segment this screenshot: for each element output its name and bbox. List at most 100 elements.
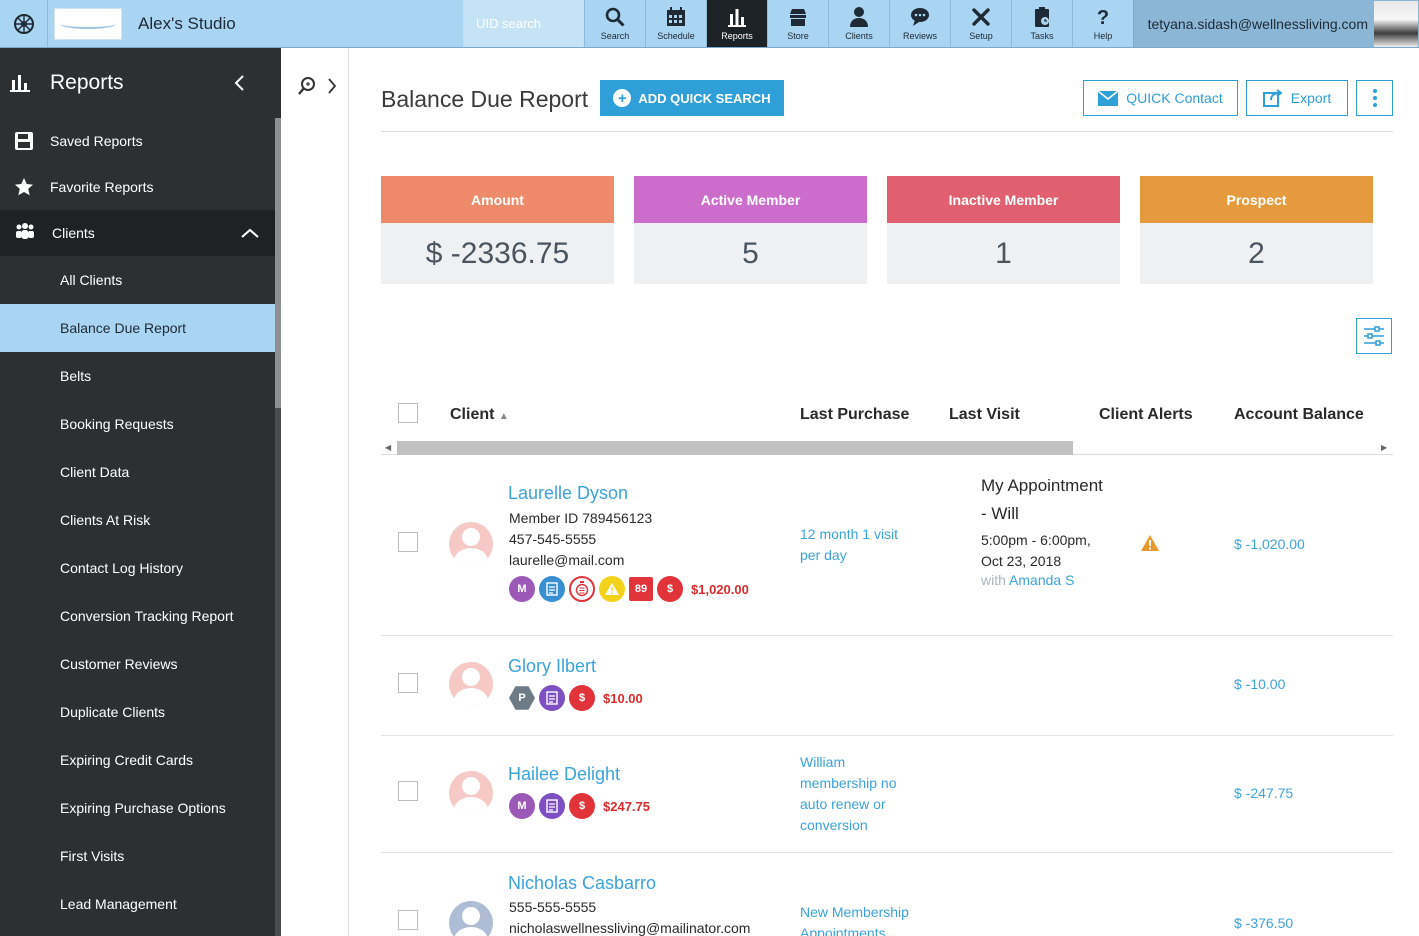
client-name-link[interactable]: Hailee Delight — [508, 764, 620, 785]
nav-store[interactable]: Store — [767, 0, 828, 47]
chevron-left-icon[interactable] — [233, 74, 245, 92]
client-name-link[interactable]: Nicholas Casbarro — [508, 873, 656, 894]
uid-search-input[interactable] — [476, 16, 576, 31]
nav-setup[interactable]: Setup — [950, 0, 1011, 47]
person-icon — [850, 7, 868, 27]
sidebar-item-duplicate-clients[interactable]: Duplicate Clients — [0, 688, 281, 736]
quick-contact-button[interactable]: QUICK Contact — [1083, 80, 1238, 116]
bar-chart-icon — [728, 9, 746, 27]
sidebar-item-label: Favorite Reports — [50, 179, 154, 195]
sidebar-item-favorite-reports[interactable]: Favorite Reports — [0, 164, 281, 210]
nav-clients[interactable]: Clients — [828, 0, 889, 47]
row-checkbox[interactable] — [398, 673, 418, 693]
stat-label: Inactive Member — [887, 176, 1120, 223]
last-purchase-link[interactable]: New Membership Appointments — [800, 902, 920, 936]
floppy-disk-icon — [15, 132, 33, 150]
sidebar-item-all-clients[interactable]: All Clients — [0, 256, 281, 304]
more-options-button[interactable] — [1356, 80, 1393, 116]
column-header-last-visit[interactable]: Last Visit — [949, 406, 1020, 424]
notes-icon[interactable] — [539, 576, 565, 602]
notes-icon[interactable] — [539, 685, 565, 711]
table-row[interactable]: Hailee Delight M $ $247.75 William membe… — [381, 736, 1393, 853]
sidebar-item-saved-reports[interactable]: Saved Reports — [0, 118, 281, 164]
scroll-left-arrow-icon[interactable]: ◀ — [385, 443, 391, 452]
export-icon — [1262, 89, 1283, 107]
row-checkbox[interactable] — [398, 910, 418, 930]
nav-reports[interactable]: Reports — [706, 0, 767, 47]
sidebar-item-lead-management[interactable]: Lead Management — [0, 880, 281, 928]
export-label: Export — [1290, 90, 1332, 106]
table-row[interactable]: Laurelle Dyson Member ID 789456123 457-5… — [381, 456, 1393, 636]
chevron-up-icon[interactable] — [241, 228, 259, 238]
nav-reviews[interactable]: Reviews — [889, 0, 950, 47]
nav-help[interactable]: ? Help — [1072, 0, 1133, 47]
stopwatch-icon[interactable] — [569, 576, 595, 602]
select-all-checkbox[interactable] — [398, 403, 418, 423]
table-row[interactable]: Nicholas Casbarro 555-555-5555 nicholasw… — [381, 853, 1393, 936]
last-purchase-link[interactable]: 12 month 1 visit per day — [800, 524, 920, 566]
last-purchase-link[interactable]: William membership no auto renew or conv… — [800, 752, 910, 836]
nav-search[interactable]: Search — [584, 0, 645, 47]
client-name-link[interactable]: Laurelle Dyson — [508, 483, 628, 504]
export-button[interactable]: Export — [1246, 80, 1348, 116]
account-balance[interactable]: $ -10.00 — [1234, 676, 1285, 692]
stat-value: 5 — [634, 223, 867, 284]
table-row[interactable]: Glory Ilbert P $ $10.00 $ -10.00 — [381, 636, 1393, 736]
last-visit-cell: My Appointment - Will 5:00pm - 6:00pm, O… — [981, 472, 1111, 588]
sidebar-item-booking-requests[interactable]: Booking Requests — [0, 400, 281, 448]
sidebar-item-customer-reviews[interactable]: Customer Reviews — [0, 640, 281, 688]
staff-link[interactable]: Amanda S — [1009, 572, 1074, 588]
app-menu-button[interactable] — [0, 0, 48, 47]
nav-store-label: Store — [787, 31, 809, 41]
column-header-client[interactable]: Client ▲ — [450, 406, 509, 424]
column-settings-button[interactable] — [1356, 318, 1392, 354]
balance-owed: $10.00 — [603, 690, 643, 706]
warning-badge-icon[interactable] — [599, 576, 625, 602]
balance-owed: $1,020.00 — [691, 581, 749, 597]
row-checkbox[interactable] — [398, 781, 418, 801]
dollar-icon[interactable]: $ — [569, 685, 595, 711]
account-balance[interactable]: $ -247.75 — [1234, 785, 1293, 801]
account-balance[interactable]: $ -1,020.00 — [1234, 536, 1305, 552]
last-visit-staff: with Amanda S — [981, 572, 1111, 588]
nav-tasks[interactable]: Tasks — [1011, 0, 1072, 47]
client-badges: M 89 $ $1,020.00 — [509, 576, 749, 602]
account-balance[interactable]: $ -376.50 — [1234, 915, 1293, 931]
column-header-client-alerts[interactable]: Client Alerts — [1099, 406, 1193, 424]
sidebar-item-label: Customer Reviews — [60, 656, 178, 672]
dollar-icon[interactable]: $ — [569, 793, 595, 819]
sidebar-item-label: Expiring Credit Cards — [60, 752, 194, 768]
client-badges: P $ $10.00 — [509, 685, 643, 711]
page-header: Balance Due Report + ADD QUICK SEARCH QU… — [381, 80, 1393, 132]
row-checkbox[interactable] — [398, 532, 418, 552]
column-header-account-balance[interactable]: Account Balance — [1234, 406, 1364, 424]
scrollbar-thumb[interactable] — [397, 441, 1073, 455]
page-title: Balance Due Report — [381, 86, 589, 112]
sidebar-item-clients-at-risk[interactable]: Clients At Risk — [0, 496, 281, 544]
sidebar-item-expiring-purchase-options[interactable]: Expiring Purchase Options — [0, 784, 281, 832]
notes-icon[interactable] — [539, 793, 565, 819]
sidebar-item-conversion-tracking-report[interactable]: Conversion Tracking Report — [0, 592, 281, 640]
sidebar-item-balance-due-report[interactable]: Balance Due Report — [0, 304, 281, 352]
sidebar-item-clients[interactable]: Clients — [0, 210, 281, 256]
sidebar-item-expiring-credit-cards[interactable]: Expiring Credit Cards — [0, 736, 281, 784]
horizontal-scrollbar[interactable]: ◀ ▶ — [381, 441, 1393, 455]
question-icon: ? — [1097, 7, 1109, 28]
dollar-icon[interactable]: $ — [657, 576, 683, 602]
studio-brand[interactable]: Alex's Studio — [48, 0, 463, 47]
sidebar-item-first-visits[interactable]: First Visits — [0, 832, 281, 880]
search-filter-icon[interactable] — [297, 76, 317, 96]
warning-triangle-icon[interactable] — [1140, 534, 1160, 552]
add-quick-search-button[interactable]: + ADD QUICK SEARCH — [600, 80, 784, 116]
sidebar-item-client-data[interactable]: Client Data — [0, 448, 281, 496]
with-label: with — [981, 572, 1006, 588]
scroll-right-arrow-icon[interactable]: ▶ — [1381, 443, 1387, 452]
nav-reviews-label: Reviews — [902, 31, 937, 41]
column-header-last-purchase[interactable]: Last Purchase — [800, 406, 909, 424]
user-menu[interactable]: tetyana.sidash@wellnessliving.com — [1133, 0, 1419, 47]
sidebar-item-belts[interactable]: Belts — [0, 352, 281, 400]
sidebar-item-contact-log-history[interactable]: Contact Log History — [0, 544, 281, 592]
nav-schedule[interactable]: Schedule — [645, 0, 706, 47]
client-name-link[interactable]: Glory Ilbert — [508, 656, 596, 677]
chevron-right-icon[interactable] — [327, 77, 337, 95]
